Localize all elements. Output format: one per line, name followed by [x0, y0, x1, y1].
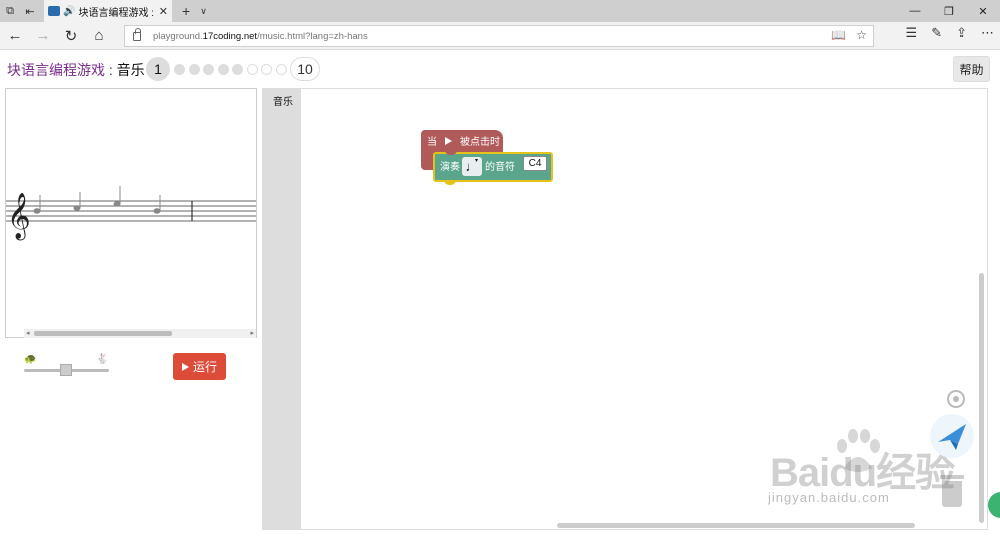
url-prefix: playground.	[153, 30, 203, 42]
close-tab-icon[interactable]: ✕	[159, 5, 168, 18]
play-label: 演奏	[440, 162, 460, 173]
new-tab-icon[interactable]: +	[182, 3, 190, 19]
music-staff-panel: 𝄞	[5, 88, 257, 338]
play-note-block[interactable]: 演奏 ♩ ▾ 的音符 C4	[433, 150, 553, 185]
help-button[interactable]: 帮助	[953, 56, 990, 82]
scrollbar-thumb[interactable]	[34, 331, 172, 336]
title-separator: :	[105, 62, 117, 78]
home-icon[interactable]: ⌂	[85, 22, 113, 50]
browser-toolbar: ☰ ✎ ⇪ ⋯	[906, 25, 994, 41]
game-title[interactable]: 块语言编程游戏	[7, 62, 105, 78]
level-dot[interactable]	[217, 64, 229, 75]
page-title: 块语言编程游戏 : 音乐	[7, 60, 145, 80]
note-head	[33, 208, 41, 214]
watermark-cn: 经验	[876, 451, 955, 495]
url-field[interactable]: playground. 17coding.net/music.html?lang=…	[124, 25, 874, 47]
url-domain: 17coding.net	[202, 30, 258, 42]
level-name: 音乐	[116, 62, 145, 78]
watermark-brand-du: du	[829, 451, 877, 495]
block-notch	[445, 150, 457, 155]
web-note-icon[interactable]: ✎	[931, 25, 942, 41]
level-1-button[interactable]: 1	[146, 57, 170, 81]
forward-icon[interactable]: →	[29, 22, 57, 50]
close-window-icon[interactable]: ✕	[966, 0, 1000, 22]
toolbox: 音乐	[263, 89, 301, 529]
lock-icon	[133, 27, 141, 41]
tab-manager-icon[interactable]: ⧉	[0, 0, 20, 22]
note-duration-dropdown[interactable]: ♩	[462, 157, 482, 176]
refresh-icon[interactable]: ↻	[57, 22, 85, 50]
level-dot[interactable]	[261, 64, 272, 75]
treble-clef-icon: 𝄞	[7, 193, 31, 241]
set-tabs-aside-icon[interactable]: ⇤	[20, 0, 40, 22]
level-dot[interactable]	[275, 64, 287, 75]
note-head	[153, 208, 161, 214]
watermark-site: jingyan.baidu.com	[768, 490, 890, 505]
recenter-icon[interactable]	[947, 390, 965, 408]
block-bottom-notch	[444, 180, 456, 185]
run-button-label: 运行	[192, 360, 217, 374]
slider-knob[interactable]	[60, 364, 72, 376]
level-progress-dots	[174, 64, 287, 75]
level-dot[interactable]	[246, 64, 258, 75]
dropdown-arrow-icon: ▾	[475, 158, 479, 164]
speed-slider[interactable]: 🐢 🐇	[24, 354, 110, 378]
scroll-right-icon[interactable]: ▸	[250, 329, 254, 337]
music-staff: 𝄞	[6, 186, 256, 241]
workspace-horizontal-scrollbar[interactable]	[557, 523, 915, 528]
note-suffix-label: 的音符	[485, 162, 515, 173]
minimize-icon[interactable]: —	[898, 0, 932, 22]
speaker-icon[interactable]: 🔊	[63, 6, 75, 17]
turtle-icon: 🐢	[24, 354, 37, 365]
address-bar: ← → ↻ ⌂ playground. 17coding.net/music.ht…	[0, 22, 1000, 50]
when-label: 当	[427, 137, 437, 148]
run-button[interactable]: 运行	[173, 353, 226, 380]
level-10-button[interactable]: 10	[290, 57, 320, 81]
watermark-brand-bai: Bai	[770, 451, 830, 495]
rabbit-icon: 🐇	[96, 354, 109, 365]
favorite-star-icon[interactable]: ☆	[856, 28, 867, 42]
note-head	[113, 201, 121, 207]
favorites-hub-icon[interactable]: ☰	[906, 25, 918, 41]
browser-tab-bar: ⧉ ⇤ 🔊 块语言编程游戏 : 音 ✕ + ∨ — ❐ ✕	[0, 0, 1000, 22]
toolbox-category-music[interactable]: 音乐	[273, 93, 293, 108]
level-dot[interactable]	[174, 64, 185, 75]
clicked-label: 被点击时	[460, 137, 500, 148]
level-dot[interactable]	[188, 64, 200, 75]
play-icon	[181, 362, 189, 371]
reading-view-icon[interactable]: 📖	[831, 28, 846, 42]
bird-logo-icon	[930, 414, 974, 458]
pitch-field[interactable]: C4	[523, 156, 547, 171]
url-path: /music.html?lang=zh-hans	[257, 30, 368, 42]
share-icon[interactable]: ⇪	[956, 25, 967, 41]
note-head	[73, 205, 81, 211]
browser-tab[interactable]: 🔊 块语言编程游戏 : 音 ✕	[44, 0, 172, 22]
tab-title: 块语言编程游戏 : 音	[78, 7, 155, 19]
scratch-block-icon	[48, 6, 60, 16]
level-dot[interactable]	[232, 64, 243, 75]
restore-icon[interactable]: ❐	[932, 0, 966, 22]
back-icon[interactable]: ←	[1, 22, 29, 50]
more-icon[interactable]: ⋯	[981, 25, 994, 41]
scroll-left-icon[interactable]: ◂	[26, 329, 30, 337]
level-dot[interactable]	[203, 64, 214, 75]
window-controls: — ❐ ✕	[898, 0, 1000, 22]
music-panel-scrollbar[interactable]: ◂ ▸	[24, 329, 256, 338]
tab-preview-chevron-icon[interactable]: ∨	[200, 6, 207, 17]
floating-badge[interactable]	[988, 492, 1000, 518]
play-icon	[445, 136, 452, 145]
